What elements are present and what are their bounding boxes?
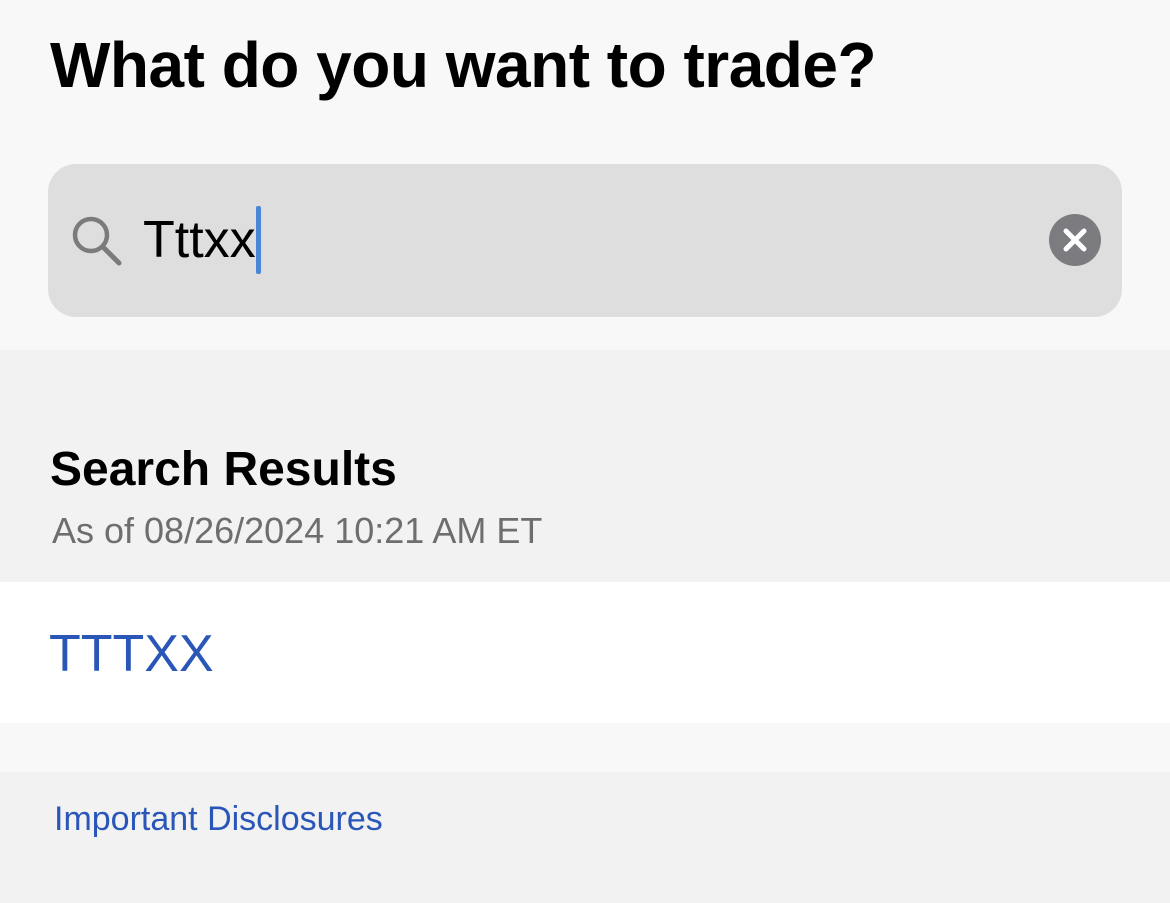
search-input-value: Tttxx bbox=[143, 211, 256, 269]
results-timestamp: As of 08/26/2024 10:21 AM ET bbox=[52, 510, 543, 551]
result-symbol-link[interactable]: TTTXX bbox=[49, 624, 214, 684]
trade-search-screen: What do you want to trade? Tttxx Search … bbox=[0, 0, 1170, 903]
search-input[interactable]: Tttxx bbox=[143, 206, 261, 274]
search-icon bbox=[70, 214, 124, 268]
section-divider bbox=[0, 723, 1170, 772]
close-icon bbox=[1063, 228, 1087, 252]
page-title: What do you want to trade? bbox=[50, 29, 877, 101]
clear-search-button[interactable] bbox=[1049, 214, 1101, 266]
text-cursor bbox=[255, 206, 261, 274]
important-disclosures-link[interactable]: Important Disclosures bbox=[54, 800, 383, 839]
results-title: Search Results bbox=[50, 443, 397, 496]
